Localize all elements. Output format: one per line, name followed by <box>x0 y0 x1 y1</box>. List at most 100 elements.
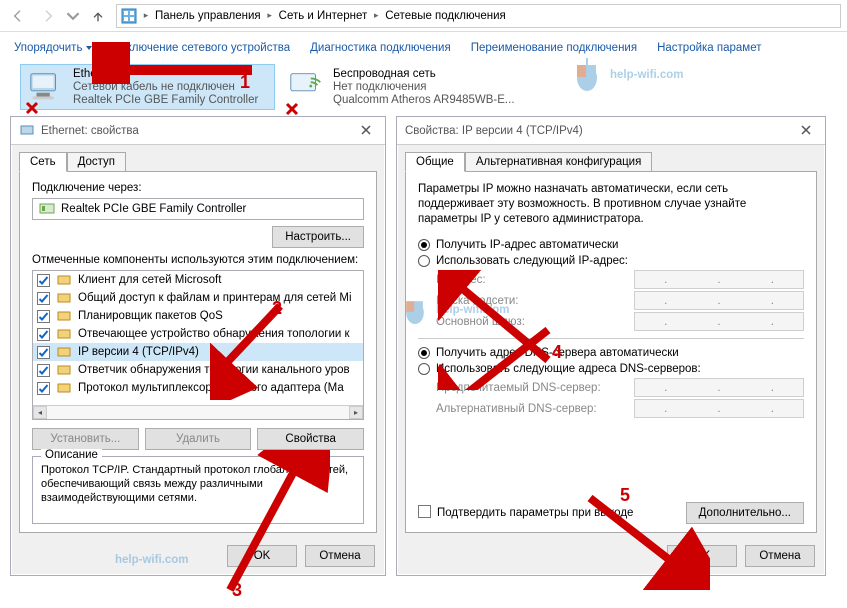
adapter-field: Realtek PCIe GBE Family Controller <box>32 198 364 220</box>
disable-device-button[interactable]: Отключение сетевого устройства <box>112 42 290 54</box>
field-subnet-mask: Маска подсети:... <box>418 290 804 311</box>
checkbox-icon <box>37 274 50 287</box>
radio-label: Получить адрес DNS-сервера автоматически <box>436 347 679 359</box>
adapter-name: Realtek PCIe GBE Family Controller <box>61 203 246 215</box>
breadcrumb-item[interactable]: Сетевые подключения <box>385 10 506 22</box>
button-label: OK <box>694 550 711 562</box>
remove-button[interactable]: Удалить <box>145 428 252 450</box>
component-label: Отвечающее устройство обнаружения тополо… <box>78 328 350 340</box>
toolbar-label: Упорядочить <box>14 42 82 54</box>
settings-button[interactable]: Настройка парамет <box>657 42 761 54</box>
component-item[interactable]: IP версии 4 (TCP/IPv4) <box>33 343 363 361</box>
breadcrumb[interactable]: ▸ Панель управления ▸ Сеть и Интернет ▸ … <box>116 4 841 28</box>
tab-general[interactable]: Общие <box>405 152 465 172</box>
ethernet-properties-dialog: Ethernet: свойства Сеть Доступ Подключен… <box>10 116 386 576</box>
component-label: Ответчик обнаружения топологии канальног… <box>78 364 350 376</box>
component-item[interactable]: Клиент для сетей Microsoft <box>33 271 363 289</box>
connection-device: Qualcomm Atheros AR9485WB-E... <box>333 94 515 107</box>
configure-button[interactable]: Настроить... <box>272 226 364 248</box>
ip-input: ... <box>634 270 804 289</box>
checkbox-icon <box>37 292 50 305</box>
component-item[interactable]: Планировщик пакетов QoS <box>33 307 363 325</box>
breadcrumb-item[interactable]: Панель управления <box>155 10 261 22</box>
breadcrumb-item[interactable]: Сеть и Интернет <box>279 10 368 22</box>
radio-dns-auto[interactable]: Получить адрес DNS-сервера автоматически <box>418 345 804 361</box>
component-item[interactable]: Отвечающее устройство обнаружения тополо… <box>33 325 363 343</box>
field-label: Предпочитаемый DNS-сервер: <box>436 382 601 394</box>
control-panel-icon <box>121 8 137 24</box>
ok-button[interactable]: OK <box>667 545 737 567</box>
tab-access[interactable]: Доступ <box>67 152 126 172</box>
field-label: Основной шлюз: <box>436 316 525 328</box>
radio-ip-manual[interactable]: Использовать следующий IP-адрес: <box>418 253 804 269</box>
rename-button[interactable]: Переименование подключения <box>471 42 637 54</box>
install-button[interactable]: Установить... <box>32 428 139 450</box>
protocol-icon <box>56 362 72 378</box>
disconnected-icon <box>285 102 299 116</box>
toolbar-label: Диагностика подключения <box>310 42 451 54</box>
button-label: Отмена <box>759 550 800 562</box>
breadcrumb-label: Сетевые подключения <box>385 10 506 22</box>
component-item[interactable]: Ответчик обнаружения топологии канальног… <box>33 361 363 379</box>
checkbox-icon <box>37 310 50 323</box>
scroll-right-button[interactable]: ▸ <box>349 406 363 419</box>
forward-button[interactable] <box>36 4 60 28</box>
ip-input: ... <box>634 378 804 397</box>
radio-icon <box>418 255 430 267</box>
radio-icon <box>418 347 430 359</box>
ipv4-properties-dialog: Свойства: IP версии 4 (TCP/IPv4) Общие А… <box>396 116 826 576</box>
connection-status: Сетевой кабель не подключен <box>73 81 258 94</box>
close-button[interactable] <box>789 119 823 141</box>
wifi-icon <box>287 68 325 106</box>
button-label: Свойства <box>285 433 336 445</box>
component-label: IP версии 4 (TCP/IPv4) <box>78 346 199 358</box>
close-button[interactable] <box>349 119 383 141</box>
scrollbar-horizontal[interactable]: ◂▸ <box>33 405 363 419</box>
component-item[interactable]: Общий доступ к файлам и принтерам для се… <box>33 289 363 307</box>
breadcrumb-label: Сеть и Интернет <box>279 10 368 22</box>
checkbox-icon <box>37 328 50 341</box>
up-button[interactable] <box>86 4 110 28</box>
connection-wifi[interactable]: Беспроводная сеть Нет подключения Qualco… <box>281 64 536 110</box>
properties-button[interactable]: Свойства <box>257 428 364 450</box>
checkbox-icon <box>418 505 431 521</box>
connection-title: Беспроводная сеть <box>333 68 515 81</box>
field-ip-address: IP-адрес:... <box>418 269 804 290</box>
field-dns-alternate: Альтернативный DNS-сервер:... <box>418 398 804 419</box>
tab-alternate[interactable]: Альтернативная конфигурация <box>465 152 653 172</box>
tab-label: Общие <box>416 156 454 168</box>
tab-network[interactable]: Сеть <box>19 152 67 172</box>
back-button[interactable] <box>6 4 30 28</box>
checkbox-label: Подтвердить параметры при выходе <box>437 507 633 519</box>
components-list[interactable]: Клиент для сетей Microsoft Общий доступ к… <box>32 270 364 420</box>
checkbox-icon <box>37 382 50 395</box>
diagnose-button[interactable]: Диагностика подключения <box>310 42 451 54</box>
confirm-on-exit-checkbox[interactable]: Подтвердить параметры при выходе <box>418 505 633 521</box>
radio-ip-auto[interactable]: Получить IP-адрес автоматически <box>418 237 804 253</box>
protocol-icon <box>56 344 72 360</box>
toolbar-label: Переименование подключения <box>471 42 637 54</box>
field-label: Маска подсети: <box>436 295 518 307</box>
component-label: Клиент для сетей Microsoft <box>78 274 221 286</box>
radio-label: Получить IP-адрес автоматически <box>436 239 618 251</box>
advanced-button[interactable]: Дополнительно... <box>686 502 804 524</box>
connection-ethernet[interactable]: Ethernet Сетевой кабель не подключен Rea… <box>20 64 275 110</box>
scroll-left-button[interactable]: ◂ <box>33 406 47 419</box>
cancel-button[interactable]: Отмена <box>305 545 375 567</box>
connect-via-label: Подключение через: <box>32 182 364 194</box>
recent-dropdown[interactable] <box>66 4 80 28</box>
tab-label: Доступ <box>78 156 115 168</box>
dialog-title: Свойства: IP версии 4 (TCP/IPv4) <box>397 117 825 145</box>
field-dns-preferred: Предпочитаемый DNS-сервер:... <box>418 377 804 398</box>
breadcrumb-label: Панель управления <box>155 10 261 22</box>
ok-button[interactable]: OK <box>227 545 297 567</box>
component-item[interactable]: Протокол мультиплексора сетевого адаптер… <box>33 379 363 397</box>
field-label: IP-адрес: <box>436 274 486 286</box>
toolbar: Упорядочить Отключение сетевого устройст… <box>0 32 847 64</box>
organize-menu[interactable]: Упорядочить <box>14 42 92 54</box>
cancel-button[interactable]: Отмена <box>745 545 815 567</box>
dialog-title-text: Свойства: IP версии 4 (TCP/IPv4) <box>405 125 583 137</box>
radio-dns-manual[interactable]: Использовать следующие адреса DNS-сервер… <box>418 361 804 377</box>
nic-icon <box>39 201 55 217</box>
protocol-icon <box>56 326 72 342</box>
